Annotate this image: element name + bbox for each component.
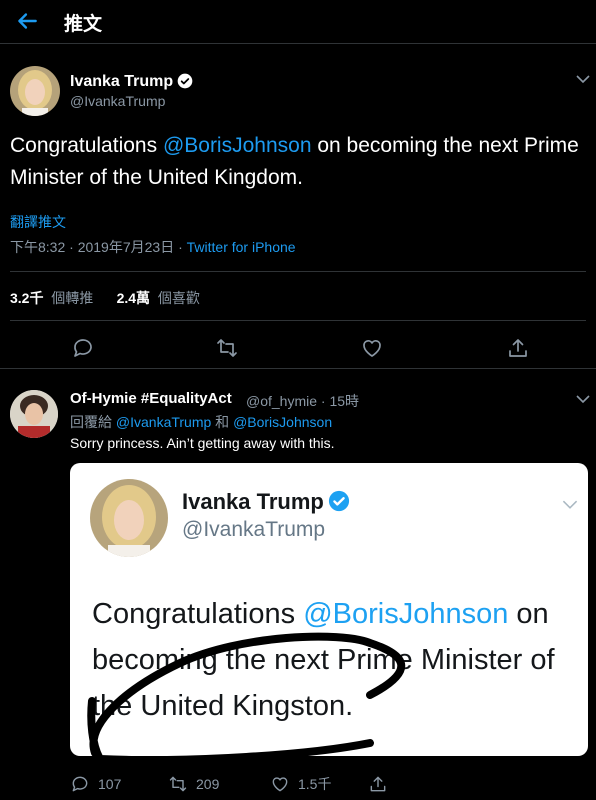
reply-action-bar: 107 209 1.5千 bbox=[70, 772, 590, 796]
reply-count: 107 bbox=[98, 776, 122, 792]
author-name[interactable]: Ivanka Trump bbox=[70, 73, 193, 91]
retweet-count: 209 bbox=[196, 776, 220, 792]
chevron-down-icon[interactable] bbox=[576, 74, 590, 84]
author-avatar[interactable] bbox=[10, 66, 60, 116]
mention-link[interactable]: @IvankaTrump bbox=[116, 414, 211, 430]
author-name-text[interactable]: Ivanka Trump bbox=[70, 73, 173, 90]
reply-author-avatar[interactable] bbox=[10, 390, 58, 438]
retweet-icon bbox=[169, 776, 187, 792]
reply-tweet[interactable]: Of-Hymie #EqualityAct @of_hymie · 15時 回覆… bbox=[0, 370, 596, 800]
divider bbox=[10, 320, 586, 321]
tweet-source-link[interactable]: Twitter for iPhone bbox=[187, 239, 296, 255]
translate-link[interactable]: 翻譯推文 bbox=[10, 212, 66, 232]
replying-to: 回覆給 @IvankaTrump 和 @BorisJohnson bbox=[70, 412, 332, 432]
likes-stat[interactable]: 2.4萬 個喜歡 bbox=[117, 290, 200, 306]
retweets-stat[interactable]: 3.2千 個轉推 bbox=[10, 290, 93, 306]
retweet-icon[interactable] bbox=[215, 336, 239, 360]
chevron-down-icon[interactable] bbox=[576, 394, 590, 404]
reply-button[interactable]: 107 bbox=[70, 772, 121, 796]
divider bbox=[10, 271, 586, 272]
like-icon[interactable] bbox=[360, 336, 384, 360]
main-tweet: Ivanka Trump @IvankaTrump Congratulation… bbox=[0, 44, 596, 369]
tweet-text-part: Congratulations bbox=[10, 134, 163, 157]
reply-author-handle[interactable]: @of_hymie bbox=[246, 393, 317, 409]
share-button[interactable] bbox=[368, 772, 388, 796]
attached-image[interactable]: Ivanka Trump @IvankaTrump Congratulation… bbox=[70, 463, 588, 756]
like-button[interactable]: 1.5千 bbox=[270, 772, 331, 796]
top-bar: 推文 bbox=[0, 0, 596, 44]
reply-prefix: 回覆給 bbox=[70, 414, 116, 430]
share-icon[interactable] bbox=[506, 336, 530, 360]
retweet-button[interactable]: 209 bbox=[168, 772, 219, 796]
reply-author-name[interactable]: Of-Hymie #EqualityAct bbox=[70, 390, 232, 407]
tweet-meta: 下午8:32 · 2019年7月23日 · Twitter for iPhone bbox=[10, 237, 296, 257]
share-icon bbox=[370, 776, 386, 792]
reply-join: 和 bbox=[211, 414, 234, 430]
tweet-stats: 3.2千 個轉推 2.4萬 個喜歡 bbox=[10, 288, 200, 308]
like-icon bbox=[272, 777, 288, 792]
page-title: 推文 bbox=[64, 14, 103, 35]
likes-count: 2.4萬 bbox=[116, 290, 151, 306]
retweets-label: 個轉推 bbox=[51, 290, 94, 306]
likes-label: 個喜歡 bbox=[157, 290, 200, 306]
reply-icon[interactable] bbox=[71, 336, 95, 360]
mention-link[interactable]: @BorisJohnson bbox=[233, 414, 332, 430]
back-arrow-icon[interactable] bbox=[14, 8, 40, 34]
reply-author-meta: @of_hymie · 15時 bbox=[246, 391, 359, 411]
tweet-timestamp[interactable]: 下午8:32 · 2019年7月23日 · bbox=[10, 239, 187, 255]
reply-icon bbox=[72, 776, 88, 792]
like-count: 1.5千 bbox=[298, 776, 332, 792]
hand-drawn-circle bbox=[87, 632, 406, 756]
reply-text: Sorry princess. Ain’t getting away with … bbox=[70, 435, 335, 451]
mention-link[interactable]: @BorisJohnson bbox=[163, 134, 312, 157]
tweet-text: Congratulations @BorisJohnson on becomin… bbox=[10, 130, 580, 194]
reply-age[interactable]: · 15時 bbox=[321, 393, 359, 409]
author-handle[interactable]: @IvankaTrump bbox=[70, 93, 165, 109]
retweets-count: 3.2千 bbox=[10, 290, 44, 306]
verified-badge-icon bbox=[177, 73, 193, 89]
